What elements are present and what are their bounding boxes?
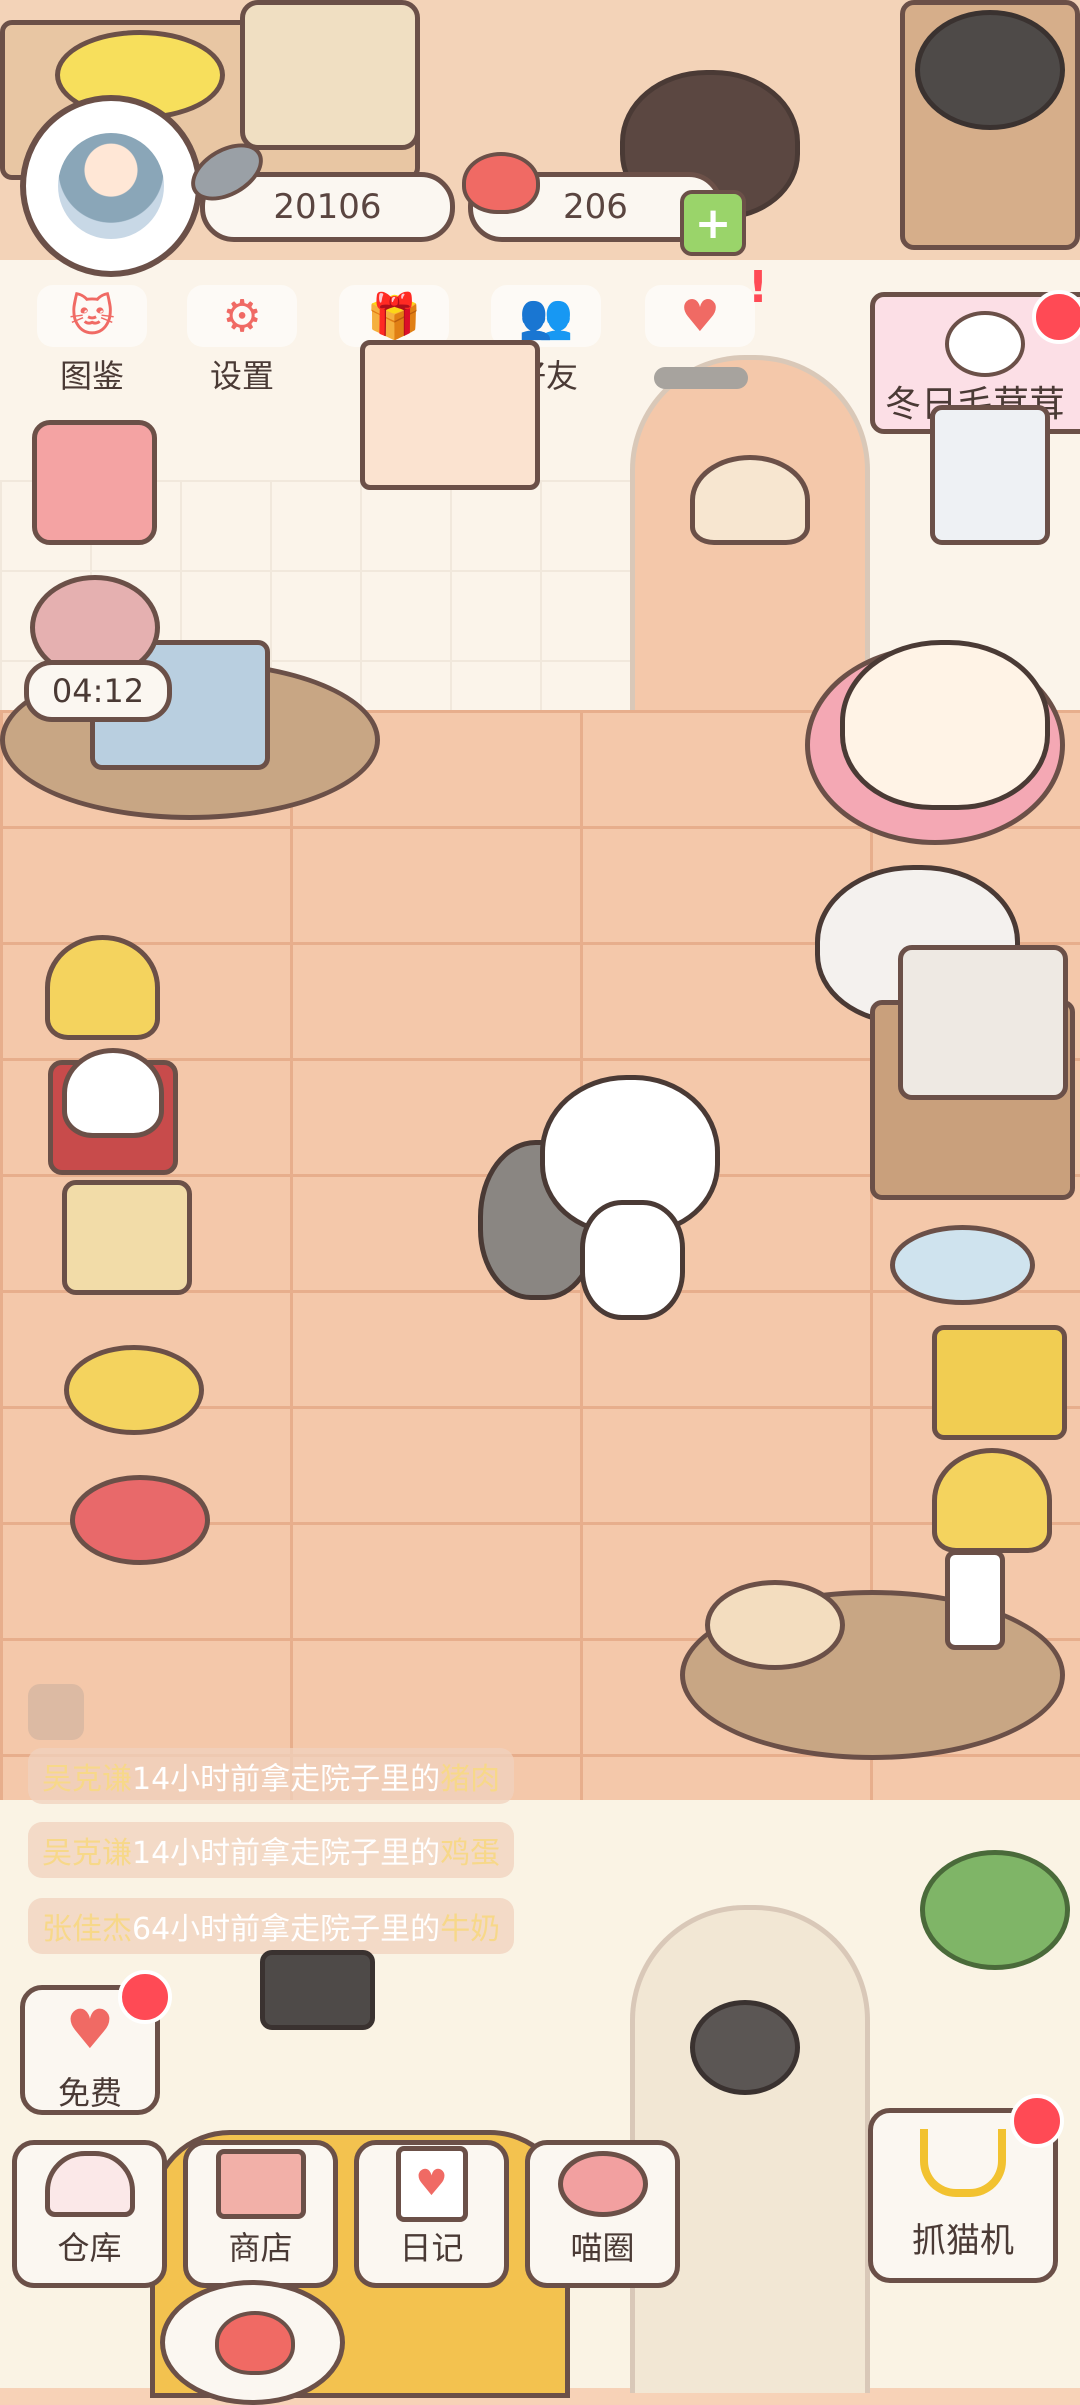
yellow-stool — [45, 935, 160, 1040]
player-avatar[interactable] — [20, 95, 202, 277]
fruit-bowl[interactable] — [705, 1580, 845, 1670]
alert-icon: ! — [748, 262, 769, 313]
settings-button[interactable]: ⚙ 设置 — [182, 285, 302, 395]
add-hearts-button[interactable]: + — [680, 190, 746, 256]
calendar-icon[interactable] — [32, 420, 157, 545]
fish-count: 20106 — [273, 187, 382, 227]
timer-text: 04:12 — [51, 672, 145, 710]
shop-button[interactable]: 商店 — [183, 2140, 338, 2288]
crow-wind-chime — [690, 2000, 800, 2095]
event-notification-dot — [1032, 290, 1080, 344]
free-label: 免费 — [57, 2074, 122, 2112]
record-player[interactable] — [932, 1325, 1067, 1440]
diary-label: 日记 — [399, 2229, 464, 2267]
plus-icon: + — [694, 197, 732, 249]
feed-text: 64小时前拿走院子里的 — [132, 1912, 441, 1947]
diary-button[interactable]: ♥ 日记 — [354, 2140, 509, 2288]
feed-text: 14小时前拿走院子里的 — [132, 1836, 441, 1871]
feed-item: 牛奶 — [440, 1912, 501, 1947]
framed-picture — [360, 340, 540, 490]
center-heart-button[interactable] — [160, 2280, 345, 2405]
friends-icon: 👥 — [491, 285, 601, 347]
wall-phone — [930, 405, 1050, 545]
chat-toggle-button[interactable] — [28, 1684, 84, 1740]
feed-item-1: 吴克谦 14小时前拿走院子里的 猪肉 — [28, 1748, 515, 1804]
rice-ball-basket[interactable] — [62, 1180, 192, 1295]
feed-item-3: 张佳杰 64小时前拿走院子里的 牛奶 — [28, 1898, 515, 1954]
friend-request-button[interactable]: ♥ — [640, 285, 760, 395]
avatar-portrait — [58, 133, 164, 239]
potted-plant — [920, 1850, 1070, 1970]
feed-item: 猪肉 — [440, 1762, 501, 1797]
cooking-pot — [915, 10, 1065, 130]
cat-head-icon: 🐱 — [37, 285, 147, 347]
heart-icon — [215, 2311, 295, 2375]
hanging-lamp — [690, 455, 810, 545]
calico-cat-body — [580, 1200, 685, 1320]
orange-cat-sleeping[interactable] — [840, 640, 1050, 810]
cat-planet-icon — [530, 2145, 675, 2223]
food-bowl-yellow[interactable] — [64, 1345, 204, 1435]
steamer-basket — [240, 0, 420, 150]
trash-bin — [260, 1950, 375, 2030]
cat-circle-button[interactable]: 喵圈 — [525, 2140, 680, 2288]
codex-label: 图鉴 — [59, 357, 124, 395]
warehouse-button[interactable]: 仓库 — [12, 2140, 167, 2288]
feed-text: 14小时前拿走院子里的 — [132, 1762, 441, 1797]
free-notification-dot — [118, 1970, 172, 2024]
heart-count: 206 — [563, 187, 628, 227]
toaster-oven[interactable] — [898, 945, 1068, 1100]
feed-item: 鸡蛋 — [440, 1836, 501, 1871]
feed-name: 张佳杰 — [42, 1912, 132, 1947]
heart-icon — [462, 152, 540, 214]
codex-button[interactable]: 🐱 图鉴 — [32, 285, 152, 395]
friend-request-icon: ♥ — [645, 285, 755, 347]
paw-icon — [945, 311, 1025, 377]
request-progress-bar — [654, 367, 748, 389]
warehouse-icon — [17, 2145, 162, 2223]
shop-icon — [188, 2145, 333, 2223]
diary-icon: ♥ — [359, 2145, 504, 2223]
food-bowl-blue[interactable] — [890, 1225, 1035, 1305]
cat-circle-label: 喵圈 — [570, 2229, 635, 2267]
gift-icon: 🎁 — [339, 285, 449, 347]
feed-name: 吴克谦 — [42, 1836, 132, 1871]
food-bowl-red[interactable] — [70, 1475, 210, 1565]
settings-label: 设置 — [209, 357, 274, 395]
gear-icon: ⚙ — [187, 285, 297, 347]
cooking-timer: 04:12 — [24, 660, 172, 722]
yellow-stool-right — [932, 1448, 1052, 1553]
feed-name: 吴克谦 — [42, 1762, 132, 1797]
feed-item-2: 吴克谦 14小时前拿走院子里的 鸡蛋 — [28, 1822, 515, 1878]
claw-notification-dot — [1010, 2094, 1064, 2148]
shop-label: 商店 — [228, 2229, 293, 2267]
warehouse-label: 仓库 — [57, 2229, 122, 2267]
claw-machine-label: 抓猫机 — [912, 2221, 1014, 2261]
candle — [945, 1550, 1005, 1650]
rice-ball — [62, 1048, 164, 1138]
